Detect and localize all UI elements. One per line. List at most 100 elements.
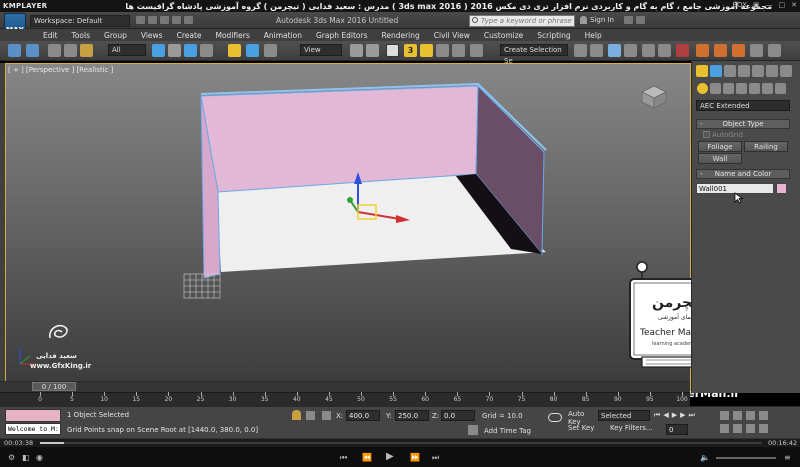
- fov-icon[interactable]: [720, 424, 729, 433]
- maximize-viewport-icon[interactable]: [759, 424, 768, 433]
- selection-filter-dropdown[interactable]: All: [108, 44, 146, 56]
- player-seek-bar[interactable]: [40, 442, 762, 444]
- edit-named-selection-icon[interactable]: [470, 44, 483, 57]
- time-tag-icon[interactable]: [468, 425, 478, 435]
- select-object-icon[interactable]: [152, 44, 165, 57]
- redo-icon[interactable]: [184, 16, 193, 24]
- menu-graph-editors[interactable]: Graph Editors: [309, 31, 375, 40]
- reference-coordinate-dropdown[interactable]: View: [300, 44, 342, 56]
- rendered-frame-window-icon[interactable]: [714, 44, 727, 57]
- player-forward-icon[interactable]: ⏩: [410, 453, 420, 462]
- player-logo[interactable]: KMPLAYER: [3, 2, 47, 10]
- player-play-icon[interactable]: ▶: [386, 451, 394, 462]
- rectangular-selection-icon[interactable]: [184, 44, 197, 57]
- player-volume-slider[interactable]: [716, 457, 776, 459]
- undo-icon[interactable]: [172, 16, 181, 24]
- menu-tools[interactable]: Tools: [65, 31, 97, 40]
- x-coordinate-input[interactable]: 400.0: [346, 410, 380, 421]
- spinner-snap-icon[interactable]: [452, 44, 465, 57]
- viewcube-icon[interactable]: [640, 84, 668, 110]
- player-3d-icon[interactable]: ◧: [22, 453, 30, 462]
- search-input[interactable]: Type a keyword or phrase: [469, 15, 575, 27]
- player-settings-icon[interactable]: ⚙: [8, 453, 15, 462]
- isolate-icon[interactable]: [306, 411, 315, 420]
- play-icon[interactable]: ▶: [672, 411, 677, 420]
- box-button[interactable]: BOX: [732, 1, 747, 9]
- menu-help[interactable]: Help: [578, 31, 609, 40]
- modify-tab-icon[interactable]: [710, 65, 722, 77]
- maxscript-listener[interactable]: Welcome to M:: [5, 423, 61, 435]
- select-move-icon[interactable]: [228, 44, 241, 57]
- space-warps-icon[interactable]: [762, 83, 773, 94]
- object-color-swatch[interactable]: [776, 183, 787, 194]
- percent-snap-icon[interactable]: [436, 44, 449, 57]
- panel-extra-icon[interactable]: [780, 65, 792, 77]
- time-slider-thumb[interactable]: 0 / 100: [32, 382, 76, 391]
- menu-civil-view[interactable]: Civil View: [427, 31, 477, 40]
- go-to-start-icon[interactable]: ⏮: [654, 411, 660, 420]
- render-production-icon[interactable]: [732, 44, 745, 57]
- workspace-dropdown[interactable]: Workspace: Default: [30, 15, 130, 27]
- time-slider[interactable]: [0, 381, 690, 392]
- y-coordinate-input[interactable]: 250.0: [395, 410, 429, 421]
- open-icon[interactable]: [148, 16, 157, 24]
- align-icon[interactable]: [590, 44, 603, 57]
- create-tab-icon[interactable]: [696, 65, 708, 77]
- sign-in-button[interactable]: Sign In: [590, 16, 614, 24]
- player-next-icon[interactable]: ⏭: [432, 453, 439, 463]
- key-filters-button[interactable]: Key Filters...: [610, 424, 660, 435]
- add-time-tag-button[interactable]: Add Time Tag: [484, 427, 531, 435]
- viewport-label[interactable]: [ + ] [Perspective ] [Realistic ]: [8, 66, 113, 74]
- maxscript-mini-listener-top[interactable]: [5, 409, 61, 422]
- new-icon[interactable]: [136, 16, 145, 24]
- menu-customize[interactable]: Customize: [477, 31, 530, 40]
- bind-space-warp-icon[interactable]: [80, 44, 93, 57]
- zoom-extents-icon[interactable]: [746, 411, 755, 420]
- menu-views[interactable]: Views: [134, 31, 170, 40]
- schematic-view-icon[interactable]: [658, 44, 671, 57]
- player-volume-icon[interactable]: 🔈: [700, 453, 710, 462]
- lights-icon[interactable]: [723, 83, 734, 94]
- a360-render-icon[interactable]: [768, 44, 781, 57]
- name-color-rollout[interactable]: - Name and Color: [696, 169, 790, 179]
- zoom-icon[interactable]: [720, 411, 729, 420]
- player-rewind-icon[interactable]: ⏪: [362, 453, 372, 462]
- menu-create[interactable]: Create: [170, 31, 209, 40]
- orbit-icon[interactable]: [746, 424, 755, 433]
- undo-tool-icon[interactable]: [8, 44, 21, 57]
- object-type-rollout[interactable]: - Object Type: [696, 119, 790, 129]
- zoom-extents-all-icon[interactable]: [759, 411, 768, 420]
- cameras-icon[interactable]: [736, 83, 747, 94]
- player-menu-icon[interactable]: ≡: [784, 453, 791, 462]
- zoom-all-icon[interactable]: [733, 411, 742, 420]
- angle-snap-icon[interactable]: [420, 44, 433, 57]
- menu-edit[interactable]: Edit: [36, 31, 65, 40]
- select-by-name-icon[interactable]: [168, 44, 181, 57]
- window-crossing-icon[interactable]: [200, 44, 213, 57]
- player-prev-icon[interactable]: ⏮: [340, 453, 347, 463]
- layer-explorer-icon[interactable]: [608, 44, 621, 57]
- select-rotate-icon[interactable]: [246, 44, 259, 57]
- systems-icon[interactable]: [775, 83, 786, 94]
- key-selection-dropdown[interactable]: Selected: [598, 410, 650, 421]
- set-key-button[interactable]: Set Key: [568, 424, 596, 435]
- wall-button[interactable]: Wall: [698, 153, 742, 164]
- curve-editor-icon[interactable]: [642, 44, 655, 57]
- hierarchy-tab-icon[interactable]: [724, 65, 736, 77]
- star-icon[interactable]: [636, 16, 645, 24]
- redo-tool-icon[interactable]: [26, 44, 39, 57]
- current-frame-input[interactable]: 0: [666, 424, 688, 435]
- menu-scripting[interactable]: Scripting: [530, 31, 577, 40]
- keyboard-shortcut-icon[interactable]: [386, 44, 399, 57]
- help-icon[interactable]: [624, 16, 633, 24]
- auto-key-button[interactable]: Auto Key: [568, 410, 596, 426]
- select-scale-icon[interactable]: [264, 44, 277, 57]
- ribbon-icon[interactable]: [624, 44, 637, 57]
- key-icon[interactable]: [548, 413, 562, 422]
- pivot-icon[interactable]: [350, 44, 363, 57]
- next-frame-icon[interactable]: ▶: [680, 411, 685, 420]
- absolute-mode-icon[interactable]: [322, 411, 331, 420]
- utilities-tab-icon[interactable]: [766, 65, 778, 77]
- menu-modifiers[interactable]: Modifiers: [209, 31, 257, 40]
- snaps-toggle-icon[interactable]: 3: [404, 44, 417, 57]
